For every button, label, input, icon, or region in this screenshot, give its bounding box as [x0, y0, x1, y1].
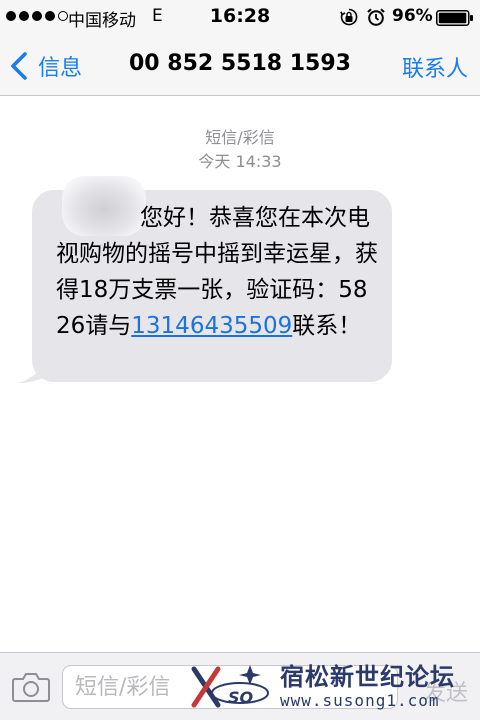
message-text: 您好！恭喜您在本次电视购物的摇号中摇到幸运星，获得18万支票一张，验证码：582… [56, 200, 378, 344]
camera-icon[interactable] [12, 671, 50, 703]
send-button[interactable]: 发送 [424, 675, 468, 707]
back-button-label: 信息 [38, 56, 83, 81]
message-bubble: 您好！恭喜您在本次电视购物的摇号中摇到幸运星，获得18万支票一张，验证码：582… [32, 176, 392, 382]
battery-percentage: 96% [392, 6, 433, 26]
chevron-left-icon [11, 52, 27, 80]
message-input[interactable] [62, 665, 398, 709]
message-timestamp: 今天 14:33 [198, 152, 282, 171]
back-button[interactable]: 信息 [8, 46, 82, 86]
contact-button[interactable]: 联系人 [402, 51, 468, 83]
phone-number-link[interactable]: 13146435509 [131, 313, 292, 339]
message-input-bar: 发送 [0, 652, 480, 720]
status-bar: 中国移动 E 16:28 96% [0, 0, 480, 34]
rotation-lock-icon [340, 8, 358, 26]
sms-conversation-screen: 中国移动 E 16:28 96% 信息 00 852 5518 1593 联系人… [0, 0, 480, 720]
message-suffix: 联系！ [292, 313, 362, 339]
message-type-label: 短信/彩信 [205, 128, 275, 147]
battery-icon [436, 10, 473, 26]
navigation-bar: 信息 00 852 5518 1593 联系人 [0, 34, 480, 96]
alarm-icon [367, 8, 385, 26]
